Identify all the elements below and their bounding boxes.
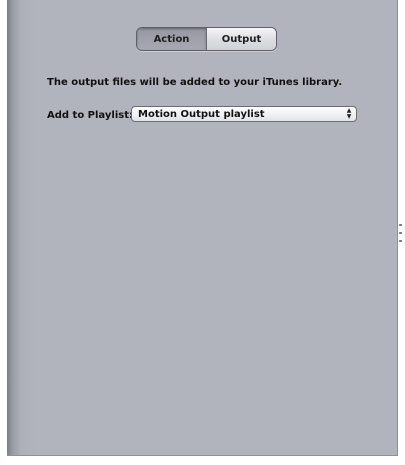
grip-dot <box>398 240 402 242</box>
info-text: The output files will be added to your i… <box>47 77 343 88</box>
tab-output[interactable]: Output <box>207 28 276 50</box>
action-panel: Action Output The output files will be a… <box>7 0 402 456</box>
tab-action[interactable]: Action <box>137 28 207 50</box>
grip-dot <box>398 224 402 226</box>
playlist-select[interactable]: Motion Output playlist ▲ ▼ <box>131 106 357 122</box>
add-to-playlist-label: Add to Playlist: <box>47 110 133 121</box>
action-output-segmented-control: Action Output <box>136 27 277 51</box>
resize-handle[interactable] <box>398 224 402 242</box>
up-down-arrows-icon: ▲ ▼ <box>346 107 352 120</box>
playlist-select-value: Motion Output playlist <box>138 108 265 120</box>
grip-dot <box>398 232 402 234</box>
